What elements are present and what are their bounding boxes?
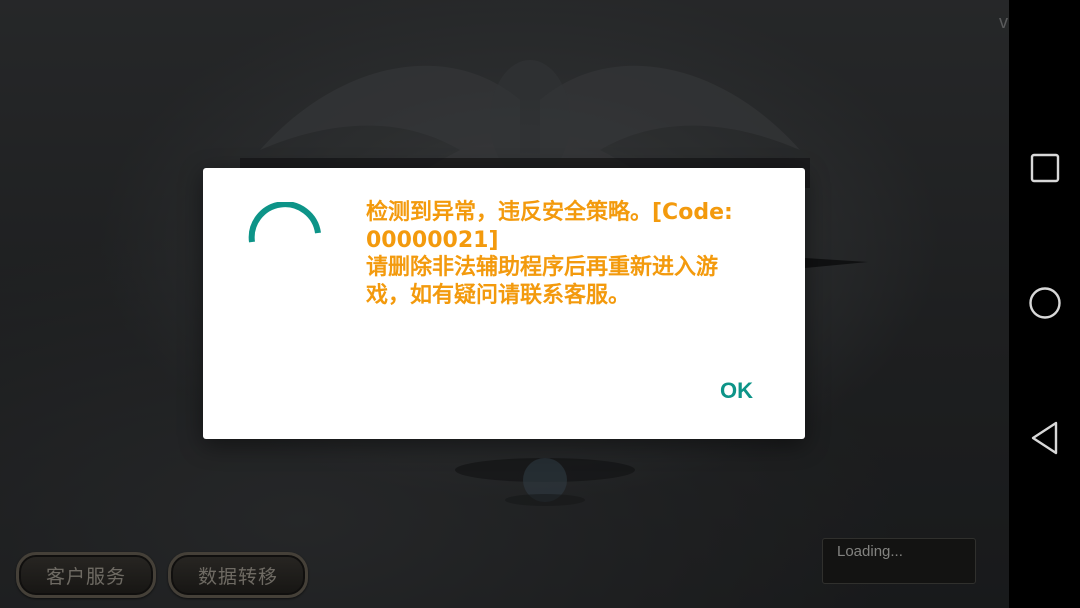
home-button[interactable] (1009, 273, 1080, 333)
home-icon (1028, 287, 1061, 319)
security-alert-dialog: 检测到异常，违反安全策略。[Code: 00000021] 请删除非法辅助程序后… (203, 168, 805, 439)
back-icon (1031, 421, 1057, 455)
dialog-message-line: 检测到异常，违反安全策略。[Code: (366, 200, 733, 225)
screen: v 客户服务 数据转移 Loading... 检测到异常，违反安全策略。[Cod… (0, 0, 1080, 608)
spinner-icon (248, 202, 321, 243)
android-navigation-bar (1009, 0, 1080, 608)
ok-button[interactable]: OK (712, 374, 761, 408)
dialog-message-line: 00000021] (366, 227, 499, 253)
back-button[interactable] (1009, 408, 1080, 468)
recents-button[interactable] (1009, 138, 1080, 198)
dialog-message-line: 戏，如有疑问请联系客服。 (366, 282, 631, 308)
dialog-message: 检测到异常，违反安全策略。[Code: 00000021] 请删除非法辅助程序后… (366, 199, 766, 309)
recents-icon (1030, 153, 1059, 183)
dialog-message-line: 请删除非法辅助程序后再重新进入游 (366, 255, 719, 280)
